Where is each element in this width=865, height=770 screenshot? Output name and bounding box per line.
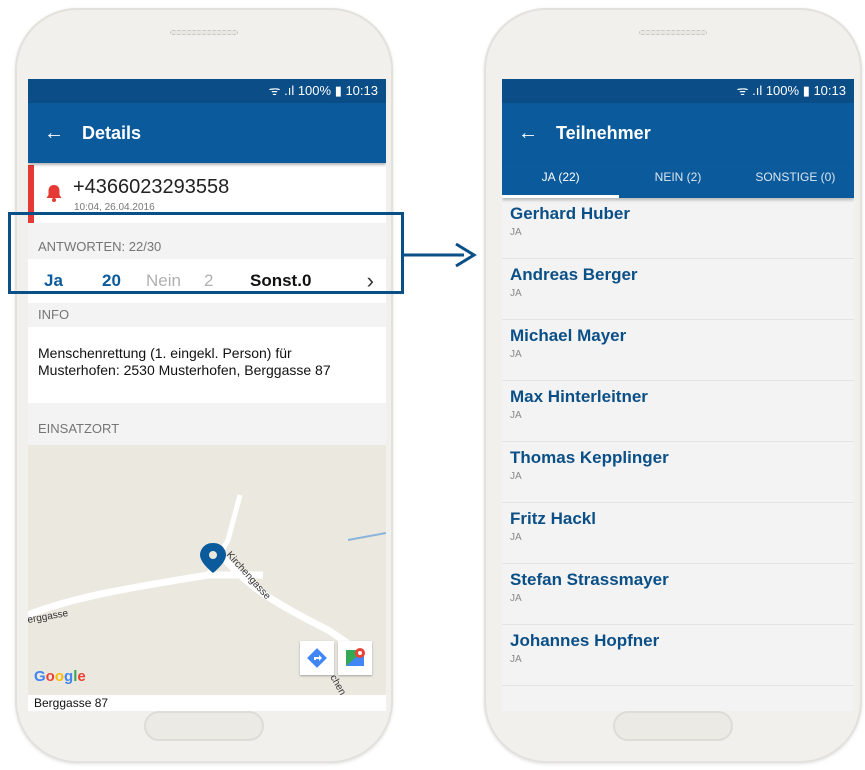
tab-sonstige[interactable]: SONSTIGE (0) — [737, 162, 854, 198]
arrow-right-icon — [404, 242, 477, 268]
participant-list: Gerhard Huber JA Andreas Berger JA Michael… — [502, 198, 854, 686]
participant-name: Stefan Strassmayer — [510, 570, 669, 589]
directions-button[interactable] — [300, 641, 334, 675]
participant-name: Fritz Hackl — [510, 509, 596, 528]
list-item[interactable]: Gerhard Huber JA — [502, 198, 854, 259]
directions-icon — [307, 648, 327, 668]
list-item[interactable]: Johannes Hopfner JA — [502, 625, 854, 686]
back-arrow-icon[interactable]: ← — [44, 122, 68, 145]
street-label-chen: chen — [327, 673, 347, 695]
participant-name: Gerhard Huber — [510, 204, 630, 223]
participant-name: Michael Mayer — [510, 326, 627, 345]
open-maps-button[interactable] — [338, 641, 372, 675]
tab-ja[interactable]: JA (22) — [502, 162, 620, 198]
page-title: Teilnehmer — [556, 122, 651, 143]
list-item[interactable]: Max Hinterleitner JA — [502, 381, 854, 442]
participant-status: JA — [510, 288, 522, 299]
list-item[interactable]: Andreas Berger JA — [502, 259, 854, 320]
participant-status: JA — [510, 471, 522, 482]
list-item[interactable]: Michael Mayer JA — [502, 320, 854, 381]
page-title: Details — [82, 122, 142, 143]
list-item[interactable]: Thomas Kepplinger JA — [502, 442, 854, 503]
tab-nein[interactable]: NEIN (2) — [619, 162, 736, 198]
participant-name: Thomas Kepplinger — [510, 448, 669, 467]
list-item[interactable]: Stefan Strassmayer JA — [502, 564, 854, 625]
participant-status: JA — [510, 593, 522, 604]
participant-name: Johannes Hopfner — [510, 631, 660, 650]
participant-status: JA — [510, 227, 522, 238]
phone-frame-right: ᯤ .ıl 100% ▮ 10:13 ← Teilnehmer JA (22) … — [484, 8, 862, 763]
speaker-grille — [639, 30, 707, 35]
info-text: Menschenrettung (1. eingekl. Person) für… — [28, 327, 386, 403]
app-bar: ← Details — [28, 103, 386, 163]
google-logo: Google — [34, 668, 86, 685]
map-view[interactable]: Kirchengasse erggasse chen Google — [28, 445, 386, 695]
participant-status: JA — [510, 349, 522, 360]
home-button[interactable] — [144, 711, 264, 741]
address-label: Berggasse 87 — [28, 695, 386, 711]
participant-name: Andreas Berger — [510, 265, 638, 284]
details-screen: ᯤ .ıl 100% ▮ 10:13 ← Details +4366023293… — [28, 79, 386, 711]
participant-status: JA — [510, 532, 522, 543]
status-bar: ᯤ .ıl 100% ▮ 10:13 — [502, 79, 854, 103]
participant-status: JA — [510, 410, 522, 421]
google-maps-icon — [346, 648, 365, 666]
home-button[interactable] — [613, 711, 733, 741]
app-bar: ← Teilnehmer — [502, 103, 854, 163]
status-bar: ᯤ .ıl 100% ▮ 10:13 — [28, 79, 386, 103]
info-header: INFO — [38, 307, 70, 322]
answers-highlight-box — [8, 212, 404, 294]
bell-icon — [46, 185, 62, 202]
caller-number: +4366023293558 — [73, 176, 230, 198]
participant-status: JA — [510, 654, 522, 665]
location-header: EINSATZORT — [38, 421, 120, 436]
list-item[interactable]: Fritz Hackl JA — [502, 503, 854, 564]
participant-name: Max Hinterleitner — [510, 387, 648, 406]
participants-screen: ᯤ .ıl 100% ▮ 10:13 ← Teilnehmer JA (22) … — [502, 79, 854, 711]
back-arrow-icon[interactable]: ← — [518, 122, 542, 145]
speaker-grille — [170, 30, 238, 35]
phone-frame-left: ᯤ .ıl 100% ▮ 10:13 ← Details +4366023293… — [15, 8, 393, 763]
tab-bar: JA (22) NEIN (2) SONSTIGE (0) — [502, 162, 854, 198]
